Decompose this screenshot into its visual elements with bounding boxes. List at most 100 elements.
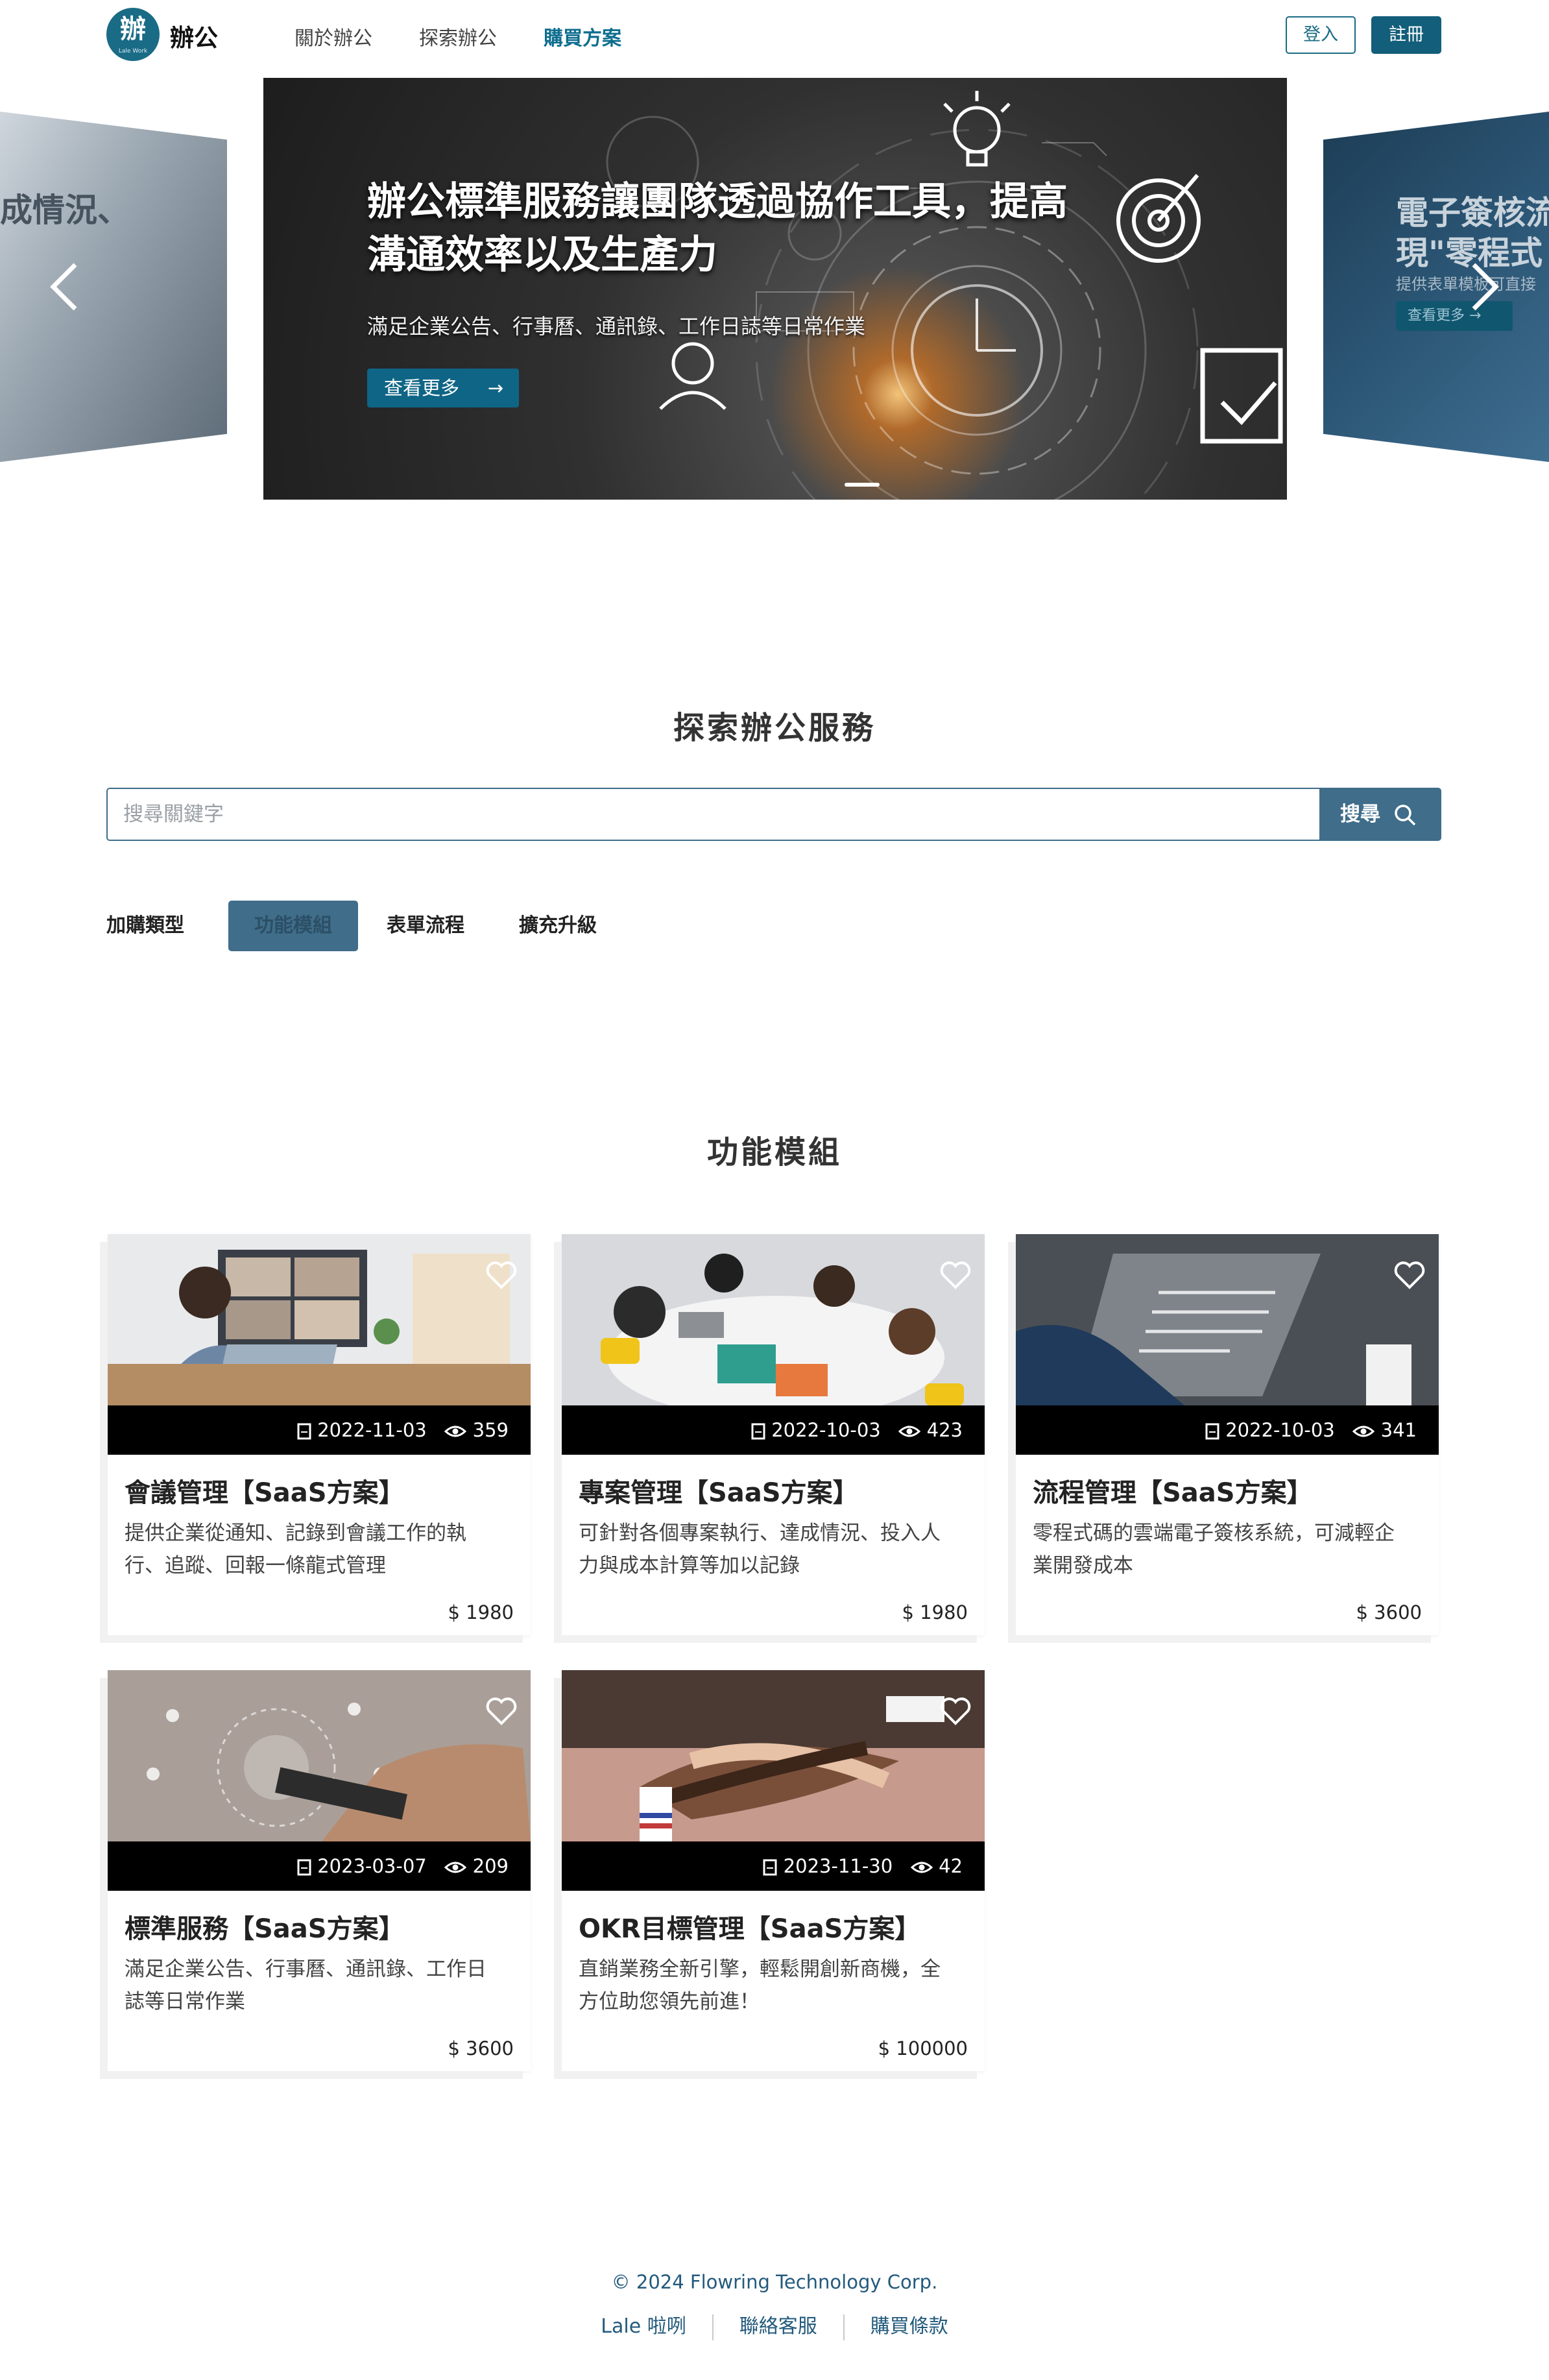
checklist-icon: [1200, 348, 1283, 444]
card-image-workflow: [1016, 1234, 1439, 1405]
prev-slide-text: 成情況、: [0, 191, 130, 229]
card-description: 可針對各個專案執行、達成情況、投入人力與成本計算等加以記錄: [579, 1522, 941, 1577]
product-card[interactable]: 2023-03-07 209 標準服務【SaaS方案】 滿足企業公告、行事曆、通…: [108, 1670, 531, 2071]
carousel-prev-button[interactable]: [45, 261, 84, 322]
register-button[interactable]: 註冊: [1371, 16, 1441, 54]
footer-link-support[interactable]: 聯絡客服: [714, 2310, 843, 2338]
favorite-heart-icon[interactable]: [939, 1260, 972, 1290]
card-views: 359: [472, 1419, 509, 1441]
carousel-active-slide: 辦公標準服務讓團隊透過協作工具，提高 溝通效率以及生產力 滿足企業公告、行事曆、…: [263, 78, 1287, 500]
nav-item-explore[interactable]: 探索辦公: [419, 22, 497, 51]
hero-title-line2: 溝通效率以及生產力: [367, 232, 717, 278]
card-meta-bar: 2023-11-30 42: [562, 1841, 985, 1891]
card-meta-bar: 2022-11-03 359: [108, 1405, 531, 1455]
target-icon: [1116, 174, 1201, 263]
card-views: 423: [926, 1419, 963, 1441]
carousel-next-button[interactable]: [1465, 261, 1504, 322]
card-date: 2023-11-30: [783, 1855, 893, 1877]
explore-section-title: 探索辦公服務: [673, 710, 876, 746]
document-icon: [297, 1859, 311, 1876]
user-icon: [659, 342, 726, 410]
search-field[interactable]: [106, 788, 1319, 841]
hero-subtitle: 滿足企業公告、行事曆、通訊錄、工作日誌等日常作業: [367, 314, 866, 339]
card-price: $ 3600: [1356, 1601, 1422, 1623]
card-date: 2022-10-03: [771, 1419, 881, 1441]
document-icon: [751, 1423, 765, 1440]
lightbulb-icon: [943, 91, 1011, 167]
card-date: 2022-10-03: [1225, 1419, 1335, 1441]
card-views: 341: [1380, 1419, 1417, 1441]
favorite-heart-icon[interactable]: [1393, 1260, 1426, 1290]
card-title[interactable]: 流程管理【SaaS方案】: [1033, 1472, 1313, 1509]
eye-icon: [1352, 1426, 1375, 1437]
chevron-right-icon: [1472, 263, 1499, 311]
card-price: $ 100000: [878, 2037, 968, 2059]
footer-link-terms[interactable]: 購買條款: [845, 2310, 974, 2338]
card-image-meeting: [108, 1234, 531, 1405]
tab-form-flow[interactable]: 表單流程: [387, 901, 464, 951]
card-description: 提供企業從通知、記錄到會議工作的執行、追蹤、回報一條龍式管理: [125, 1522, 466, 1577]
eye-icon: [910, 1862, 933, 1873]
card-price: $ 1980: [448, 1601, 514, 1623]
arrow-right-icon: →: [487, 377, 503, 399]
eye-icon: [444, 1862, 467, 1873]
brand-name[interactable]: 辦公: [170, 18, 218, 53]
footer-copyright: © 2024 Flowring Technology Corp.: [611, 2271, 938, 2293]
product-card[interactable]: 2022-11-03 359 會議管理【SaaS方案】 提供企業從通知、記錄到會…: [108, 1234, 531, 1635]
footer-links: Lale 啦咧 聯絡客服 購買條款: [0, 2310, 1549, 2340]
module-section-title: 功能模組: [706, 1134, 842, 1171]
card-views: 209: [472, 1855, 509, 1877]
logo-glyph: 辦: [120, 14, 146, 44]
brand-logo[interactable]: 辦 Lale Work: [106, 8, 160, 61]
card-meta-bar: 2022-10-03 341: [1016, 1405, 1439, 1455]
card-image-okr: [562, 1670, 985, 1841]
product-card[interactable]: 2023-11-30 42 OKR目標管理【SaaS方案】 直銷業務全新引擎，輕…: [562, 1670, 985, 2071]
search-button-label: 搜尋: [1340, 803, 1380, 826]
hero-title: 辦公標準服務讓團隊透過協作工具，提高 溝通效率以及生產力: [367, 175, 1068, 282]
hero-tech-illustration: [606, 91, 1283, 500]
tab-addon-type[interactable]: 加購類型: [106, 901, 184, 951]
card-price: $ 3600: [448, 2037, 514, 2059]
card-description: 滿足企業公告、行事曆、通訊錄、工作日誌等日常作業: [125, 1958, 486, 2013]
card-title[interactable]: OKR目標管理【SaaS方案】: [579, 1908, 920, 1945]
carousel-prev-slide[interactable]: 成情況、: [0, 112, 227, 462]
product-card[interactable]: 2022-10-03 423 專案管理【SaaS方案】 可針對各個專案執行、達成…: [562, 1234, 985, 1635]
login-button[interactable]: 登入: [1286, 16, 1356, 54]
nav-item-purchase[interactable]: 購買方案: [544, 22, 621, 51]
eye-icon: [898, 1426, 921, 1437]
document-icon: [763, 1859, 777, 1876]
top-navbar: 辦 Lale Work 辦公 關於辦公 探索辦公 購買方案 登入 註冊: [0, 0, 1549, 73]
footer-link-lale[interactable]: Lale 啦咧: [575, 2310, 712, 2338]
hero-more-button[interactable]: 查看更多 →: [367, 369, 519, 407]
card-date: 2023-03-07: [317, 1855, 427, 1877]
card-description: 直銷業務全新引擎，輕鬆開創新商機，全方位助您領先前進！: [579, 1958, 941, 2013]
card-image-standard: [108, 1670, 531, 1841]
card-description: 零程式碼的雲端電子簽核系統，可減輕企業開發成本: [1033, 1522, 1395, 1577]
chevron-left-icon: [50, 263, 77, 311]
search-button[interactable]: 搜尋: [1319, 788, 1441, 841]
product-card[interactable]: 2022-10-03 341 流程管理【SaaS方案】 零程式碼的雲端電子簽核系…: [1016, 1234, 1439, 1635]
carousel-next-slide[interactable]: 電子簽核流 現"零程式 提供表單模板可直接 查看更多 →: [1323, 112, 1549, 462]
card-title[interactable]: 標準服務【SaaS方案】: [125, 1908, 405, 1945]
favorite-heart-icon[interactable]: [485, 1696, 518, 1726]
card-image-project: [562, 1234, 985, 1405]
card-date: 2022-11-03: [317, 1419, 427, 1441]
hero-title-line1: 辦公標準服務讓團隊透過協作工具，提高: [367, 179, 1068, 225]
card-title[interactable]: 會議管理【SaaS方案】: [125, 1472, 405, 1509]
hero-carousel: 成情況、 電子簽核流 現"零程式 提供表單模板可直接 查看更多 → 辦公標準服務…: [0, 73, 1549, 514]
search-icon: [1395, 805, 1416, 826]
card-price: $ 1980: [902, 1601, 968, 1623]
nav-item-about[interactable]: 關於辦公: [294, 22, 372, 51]
logo-subtext: Lale Work: [118, 48, 148, 55]
carousel-indicator[interactable]: [845, 483, 880, 487]
search-input[interactable]: [108, 789, 1319, 840]
document-icon: [297, 1423, 311, 1440]
tab-function-modules[interactable]: 功能模組: [228, 901, 358, 951]
card-title[interactable]: 專案管理【SaaS方案】: [579, 1472, 859, 1509]
favorite-heart-icon[interactable]: [939, 1696, 972, 1726]
card-views: 42: [939, 1855, 963, 1877]
tab-expansion-upgrade[interactable]: 擴充升級: [519, 901, 597, 951]
hero-more-label: 查看更多: [384, 377, 460, 399]
favorite-heart-icon[interactable]: [485, 1260, 518, 1290]
card-meta-bar: 2023-03-07 209: [108, 1841, 531, 1891]
